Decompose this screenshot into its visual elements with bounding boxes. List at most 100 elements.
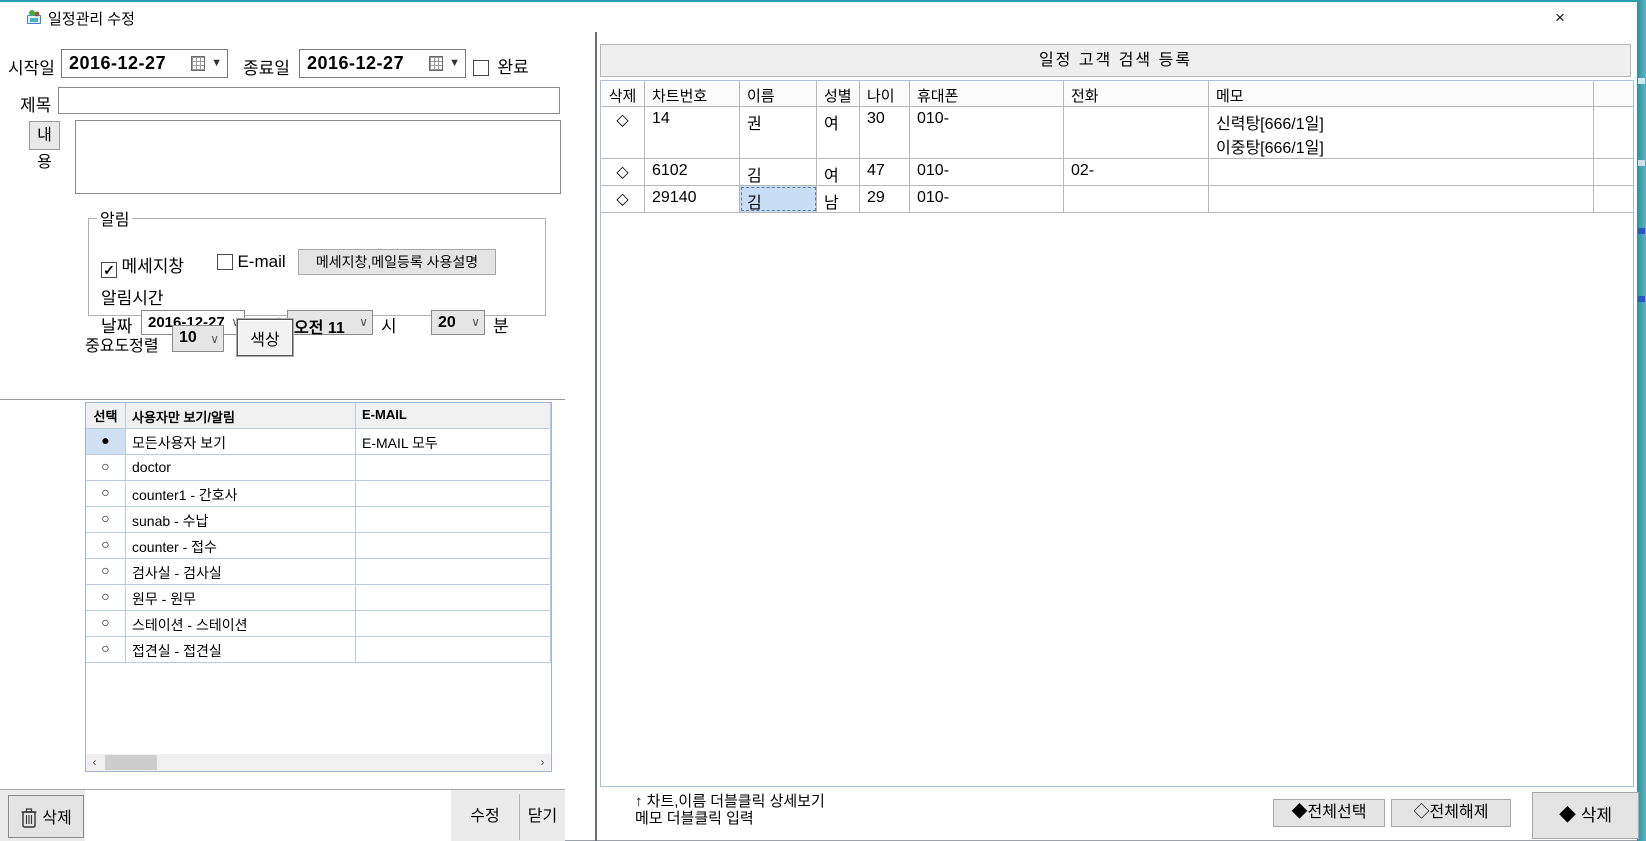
radio-unselected-icon[interactable]: ○ [86,637,126,662]
color-button[interactable]: 색상 [237,319,293,356]
memo-cell[interactable] [1209,186,1594,212]
user-email-cell[interactable] [356,481,551,506]
age-cell[interactable]: 29 [860,186,910,212]
phone-cell[interactable]: 02- [1064,159,1209,185]
customer-row[interactable]: ◇29140김남29010- [601,186,1633,213]
user-name-cell[interactable]: doctor [126,455,356,480]
deselect-all-button[interactable]: ◇전체해제 [1391,799,1511,827]
chart-number-cell[interactable]: 29140 [645,186,740,212]
start-date-picker[interactable]: 2016-12-27 ▼ [61,49,228,78]
mobile-cell[interactable]: 010- [910,159,1064,185]
user-row[interactable]: ○접견실 - 접견실 [86,637,551,663]
user-name-cell[interactable]: 접견실 - 접견실 [126,637,356,662]
name-cell[interactable]: 김 [740,186,817,212]
radio-unselected-icon[interactable]: ○ [86,585,126,610]
user-row[interactable]: ○원무 - 원무 [86,585,551,611]
close-button[interactable]: 닫기 [520,790,565,841]
radio-unselected-icon[interactable]: ○ [86,481,126,506]
chevron-down-icon: ∨ [471,315,480,329]
end-date-value: 2016-12-27 [307,53,404,74]
gender-cell[interactable]: 여 [817,159,860,185]
mobile-cell[interactable]: 010- [910,186,1064,212]
gender-cell[interactable]: 남 [817,186,860,212]
name-cell[interactable]: 김 [740,159,817,185]
user-row[interactable]: ○스테이션 - 스테이션 [86,611,551,637]
background-icon [1638,160,1645,166]
scroll-left-icon[interactable]: ‹ [86,754,103,771]
alarm-minute-combo[interactable]: 20 ∨ [431,310,485,335]
memo-cell[interactable] [1209,159,1594,185]
select-all-button[interactable]: ◆전체선택 [1273,799,1385,827]
chevron-down-icon[interactable]: ▼ [449,57,460,69]
end-date-picker[interactable]: 2016-12-27 ▼ [299,49,466,78]
chevron-down-icon[interactable]: ▼ [211,57,222,69]
user-email-cell[interactable] [356,585,551,610]
message-window-checkbox[interactable] [101,262,117,278]
message-checkbox-row: 메세지창 [101,252,184,278]
user-email-cell[interactable] [356,637,551,662]
user-col-name: 사용자만 보기/알림 [126,403,356,428]
user-name-cell[interactable]: counter - 접수 [126,533,356,558]
user-row[interactable]: ○doctor [86,455,551,481]
help-button[interactable]: 메세지창,메일등록 사용설명 [298,249,496,275]
phone-cell[interactable] [1064,107,1209,158]
user-email-cell[interactable] [356,559,551,584]
hint-text: ↑ 차트,이름 더블클릭 상세보기 메모 더블클릭 입력 [635,793,825,827]
scroll-right-icon[interactable]: › [534,754,551,771]
horizontal-scrollbar[interactable]: ‹ › [86,754,551,771]
close-icon[interactable]: × [1540,5,1580,30]
gender-cell[interactable]: 여 [817,107,860,158]
user-email-cell[interactable]: E-MAIL 모두 [356,429,551,454]
delete-schedule-label: 삭제 [42,810,71,827]
priority-label: 중요도정렬 [85,332,159,356]
customer-row[interactable]: ◇14권여30010- 신력탕[666/1일]이중탕[666/1일] [601,107,1633,159]
email-checkbox[interactable] [217,254,233,270]
phone-cell[interactable] [1064,186,1209,212]
row-delete-diamond-icon[interactable]: ◇ [601,159,645,185]
radio-selected-icon[interactable]: ● [86,429,126,454]
chart-number-cell[interactable]: 6102 [645,159,740,185]
subject-label: 제목 [20,91,51,116]
radio-unselected-icon[interactable]: ○ [86,611,126,636]
delete-schedule-button[interactable]: 삭제 [8,795,84,838]
user-name-cell[interactable]: 원무 - 원무 [126,585,356,610]
age-cell[interactable]: 47 [860,159,910,185]
row-delete-diamond-icon[interactable]: ◇ [601,186,645,212]
radio-unselected-icon[interactable]: ○ [86,455,126,480]
edit-button[interactable]: 수정 [451,790,519,841]
user-email-cell[interactable] [356,611,551,636]
user-row[interactable]: ○counter1 - 간호사 [86,481,551,507]
user-name-cell[interactable]: sunab - 수납 [126,507,356,532]
done-checkbox[interactable] [473,60,489,76]
user-email-cell[interactable] [356,507,551,532]
radio-unselected-icon[interactable]: ○ [86,507,126,532]
user-name-cell[interactable]: 스테이션 - 스테이션 [126,611,356,636]
scrollbar-thumb[interactable] [105,755,157,770]
user-row[interactable]: ○sunab - 수납 [86,507,551,533]
user-row[interactable]: ○검사실 - 검사실 [86,559,551,585]
user-row[interactable]: ●모든사용자 보기E-MAIL 모두 [86,429,551,455]
user-name-cell[interactable]: 모든사용자 보기 [126,429,356,454]
name-cell[interactable]: 권 [740,107,817,158]
user-name-cell[interactable]: counter1 - 간호사 [126,481,356,506]
user-row[interactable]: ○counter - 접수 [86,533,551,559]
radio-unselected-icon[interactable]: ○ [86,533,126,558]
user-email-cell[interactable] [356,455,551,480]
user-email-cell[interactable] [356,533,551,558]
radio-unselected-icon[interactable]: ○ [86,559,126,584]
user-name-cell[interactable]: 검사실 - 검사실 [126,559,356,584]
hint-line-1: ↑ 차트,이름 더블클릭 상세보기 [635,793,825,810]
subject-input[interactable] [58,87,560,114]
delete-selected-button[interactable]: ◆ 삭제 [1532,792,1639,839]
alarm-hour-combo[interactable]: 오전 11 ∨ [287,310,373,335]
content-textarea[interactable] [75,120,561,194]
memo-cell[interactable]: 신력탕[666/1일]이중탕[666/1일] [1209,107,1594,158]
customer-col-header: 휴대폰 [910,81,1064,106]
chart-number-cell[interactable]: 14 [645,107,740,158]
row-delete-diamond-icon[interactable]: ◇ [601,107,645,158]
age-cell[interactable]: 30 [860,107,910,158]
mobile-cell[interactable]: 010- [910,107,1064,158]
customer-row[interactable]: ◇6102김여47010-02- [601,159,1633,186]
customer-table-body: ◇14권여30010-신력탕[666/1일]이중탕[666/1일]◇6102김여… [601,107,1633,213]
priority-combo[interactable]: 10 ∨ [172,325,224,352]
